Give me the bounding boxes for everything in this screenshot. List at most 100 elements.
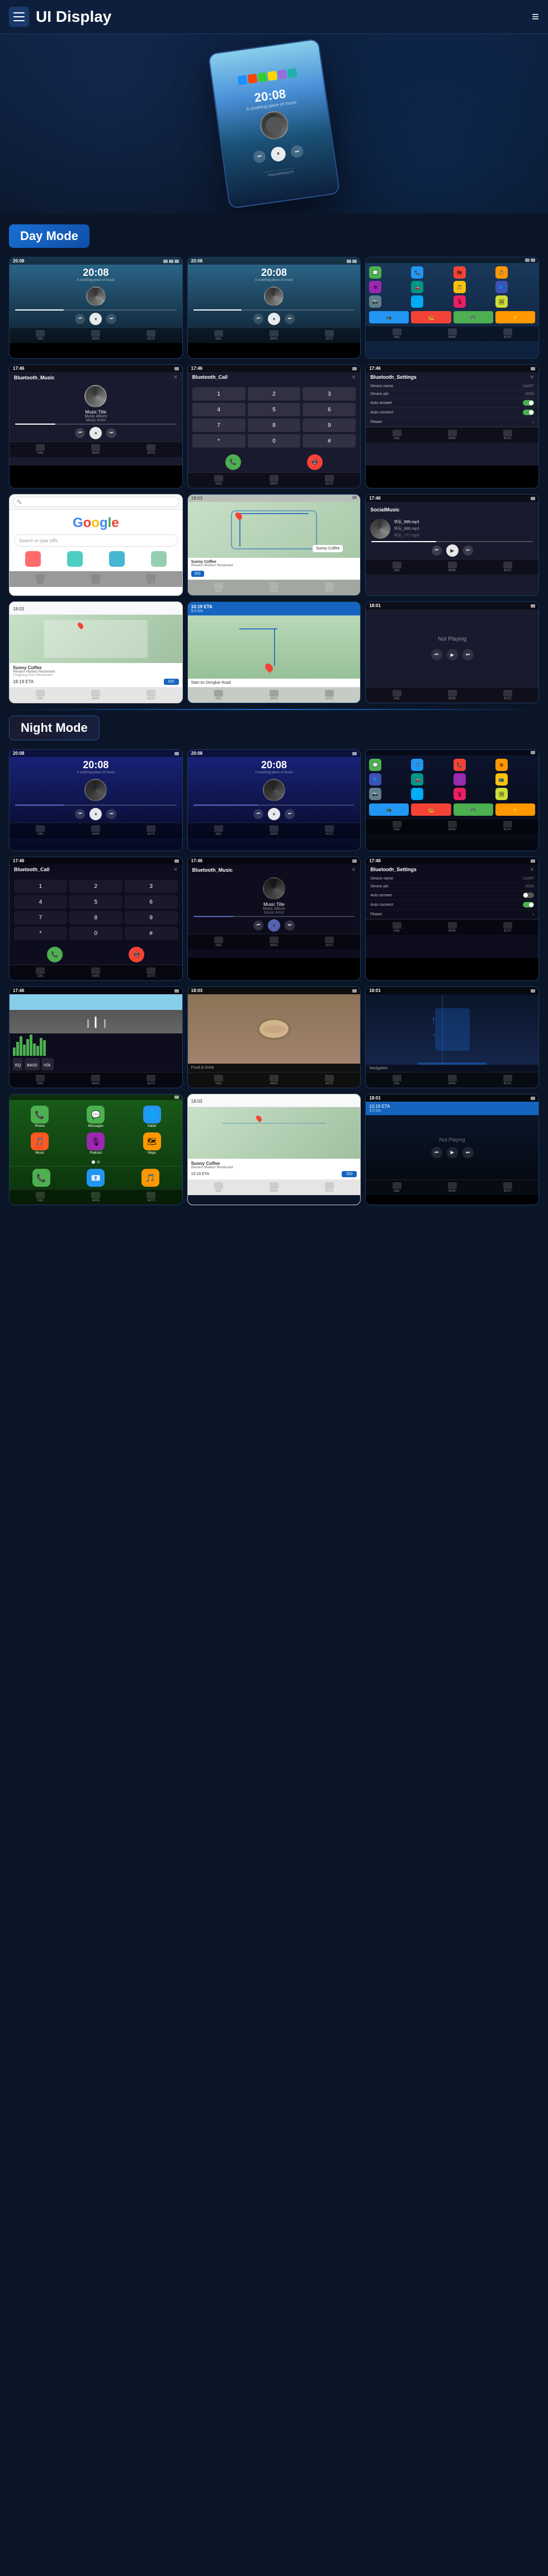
n-nav-auts-cm[interactable]: AUTS	[325, 1182, 334, 1193]
night-next-2[interactable]: ⏭	[285, 809, 295, 819]
prev-2[interactable]: ⏮	[253, 314, 263, 324]
road-btn-2[interactable]: BASS	[25, 1058, 40, 1070]
n-nav-dial-2[interactable]: DAIL	[214, 825, 223, 836]
n-nav-arpe-call[interactable]: ARPE	[91, 967, 100, 978]
night-bt-prev[interactable]: ⏮	[253, 920, 263, 930]
night-bt-settings-back[interactable]: ✕	[530, 867, 534, 873]
app-browser[interactable]: 🌐	[411, 295, 423, 308]
n-dial-5[interactable]: 5	[69, 895, 122, 909]
n-dial-9[interactable]: 9	[125, 911, 178, 924]
nav-arpe-1[interactable]: ARPE	[91, 330, 100, 341]
dial-star[interactable]: *	[192, 434, 245, 448]
n-nav-arpe-r[interactable]: ARPE	[91, 1075, 100, 1085]
dial-5[interactable]: 5	[248, 403, 301, 416]
night-np-play[interactable]: ▶	[447, 1147, 458, 1158]
n-nav-auts-1[interactable]: AUTS	[147, 825, 155, 836]
n-nav-dial-s[interactable]: DAIL	[393, 922, 401, 933]
n-nav-auts-s[interactable]: AUTS	[503, 922, 512, 933]
n-app-6[interactable]: 🚗	[411, 773, 423, 786]
n-dock-1[interactable]: 📺	[369, 803, 409, 816]
n-nav-arpe-1[interactable]: ARPE	[91, 825, 100, 836]
nav-dial-map[interactable]: DAIL	[214, 582, 223, 593]
play-1[interactable]: ⏸	[89, 313, 102, 325]
night-bt-next[interactable]: ⏭	[285, 920, 295, 930]
night-play-2[interactable]: ⏸	[268, 808, 280, 820]
nav-auts-apps[interactable]: AUTS	[503, 328, 512, 339]
n-nav-auts-a2[interactable]: AUTS	[147, 1192, 155, 1202]
social-next[interactable]: ⏭	[463, 546, 473, 556]
n-nav-arpe-btm[interactable]: ARPE	[270, 937, 278, 947]
social-prev[interactable]: ⏮	[432, 546, 442, 556]
n-dial-star[interactable]: *	[14, 927, 67, 940]
n-app-3[interactable]: 📞	[453, 759, 466, 771]
player-controls-2[interactable]: ⏮ ⏸ ⏭	[188, 313, 361, 325]
coffee-go-btn[interactable]: GO	[164, 679, 179, 685]
n-nav-arpe-cm[interactable]: ARPE	[270, 1182, 278, 1193]
dial-7[interactable]: 7	[192, 419, 245, 432]
app-podcast[interactable]: 🎙	[453, 295, 466, 308]
night-play-1[interactable]: ⏸	[89, 808, 102, 820]
n-nav-dial-b[interactable]: DAIL	[214, 1075, 223, 1085]
n-app-1[interactable]: 💬	[369, 759, 381, 771]
n-nav-dial-cm[interactable]: DAIL	[214, 1182, 223, 1193]
night-next-1[interactable]: ⏭	[106, 809, 116, 819]
dock-app-4[interactable]: ⚡	[495, 311, 535, 323]
n-app-7[interactable]: 🎵	[453, 773, 466, 786]
dial-0[interactable]: 0	[248, 434, 301, 448]
app-camera[interactable]: 📷	[369, 295, 381, 308]
night-np-prev[interactable]: ⏮	[431, 1147, 442, 1158]
player-controls-1[interactable]: ⏮ ⏸ ⏭	[10, 313, 182, 325]
n-app-10[interactable]: 🌐	[411, 788, 423, 800]
next-2[interactable]: ⏭	[285, 314, 295, 324]
n-nav-auts-btm[interactable]: AUTS	[325, 937, 334, 947]
dial-3[interactable]: 3	[303, 387, 356, 401]
n-nav-dial-apps[interactable]: DAIL	[393, 821, 401, 831]
night-controls-1[interactable]: ⏮ ⏸ ⏭	[10, 808, 182, 820]
social-play[interactable]: ▶	[446, 544, 459, 557]
n-nav-dial-nnp[interactable]: DAIL	[393, 1182, 401, 1193]
night-answer-btn[interactable]: 📞	[47, 947, 63, 962]
prev-1[interactable]: ⏮	[75, 314, 85, 324]
dial-6[interactable]: 6	[303, 403, 356, 416]
nav-auts-map[interactable]: AUTS	[325, 582, 334, 593]
nav-arpe-map[interactable]: ARPE	[270, 582, 278, 593]
app-music[interactable]: 🎵	[495, 266, 508, 279]
dock-app-2[interactable]: 📻	[411, 311, 451, 323]
n-app-11[interactable]: 🎙	[453, 788, 466, 800]
np-next[interactable]: ⏭	[462, 649, 474, 660]
n-nav-auts-b[interactable]: AUTS	[325, 1075, 334, 1085]
road-btn-3[interactable]: VOL	[41, 1058, 54, 1070]
answer-btn[interactable]: 📞	[225, 454, 241, 470]
app-maps[interactable]: 🗺	[453, 266, 466, 279]
app-spotify[interactable]: 🎵	[453, 281, 466, 293]
dock-app-1[interactable]: 📺	[369, 311, 409, 323]
nav-auts-soc[interactable]: AUTS	[503, 562, 512, 572]
n-dial-7[interactable]: 7	[14, 911, 67, 924]
nav-lines-icon[interactable]: ≡	[532, 10, 539, 24]
night-bt-play[interactable]: ⏸	[268, 919, 280, 932]
nav-arpe-nav[interactable]: ARPE	[270, 690, 278, 701]
night-coffee-go[interactable]: GO	[342, 1171, 357, 1177]
n-nav-arpe-apps[interactable]: ARPE	[448, 821, 457, 831]
bt-call-back[interactable]: ✕	[352, 374, 356, 380]
menu-icon[interactable]	[9, 7, 29, 27]
n2-app-msg[interactable]: 💬 Messages	[70, 1106, 121, 1128]
n-nav-arpe-nnp[interactable]: ARPE	[448, 1182, 457, 1193]
app-messages[interactable]: 💬	[369, 266, 381, 279]
n-app-4[interactable]: ⚙	[495, 759, 508, 771]
n-app-8[interactable]: 📺	[495, 773, 508, 786]
nav-auts-s[interactable]: AUTS	[503, 430, 512, 440]
n-nav-auts-r[interactable]: AUTS	[147, 1075, 155, 1085]
n-nav-auts-call[interactable]: AUTS	[147, 967, 155, 978]
app-phone[interactable]: 📞	[411, 266, 423, 279]
bt-music-back[interactable]: ✕	[173, 374, 178, 380]
n-nav-auts-nd[interactable]: AUTS	[503, 1075, 512, 1085]
nav-arpe-s[interactable]: ARPE	[448, 430, 457, 440]
nav-auts-cof[interactable]: AUTS	[147, 690, 155, 701]
nav-dial-cof[interactable]: DAIL	[36, 690, 45, 701]
night-bt-music-back[interactable]: ✕	[352, 867, 356, 873]
nav-auts-np[interactable]: AUTS	[503, 690, 512, 701]
shortcut-3[interactable]	[109, 551, 125, 567]
bt-play[interactable]: ⏸	[89, 427, 102, 439]
social-controls[interactable]: ⏮ ▶ ⏭	[366, 544, 538, 557]
